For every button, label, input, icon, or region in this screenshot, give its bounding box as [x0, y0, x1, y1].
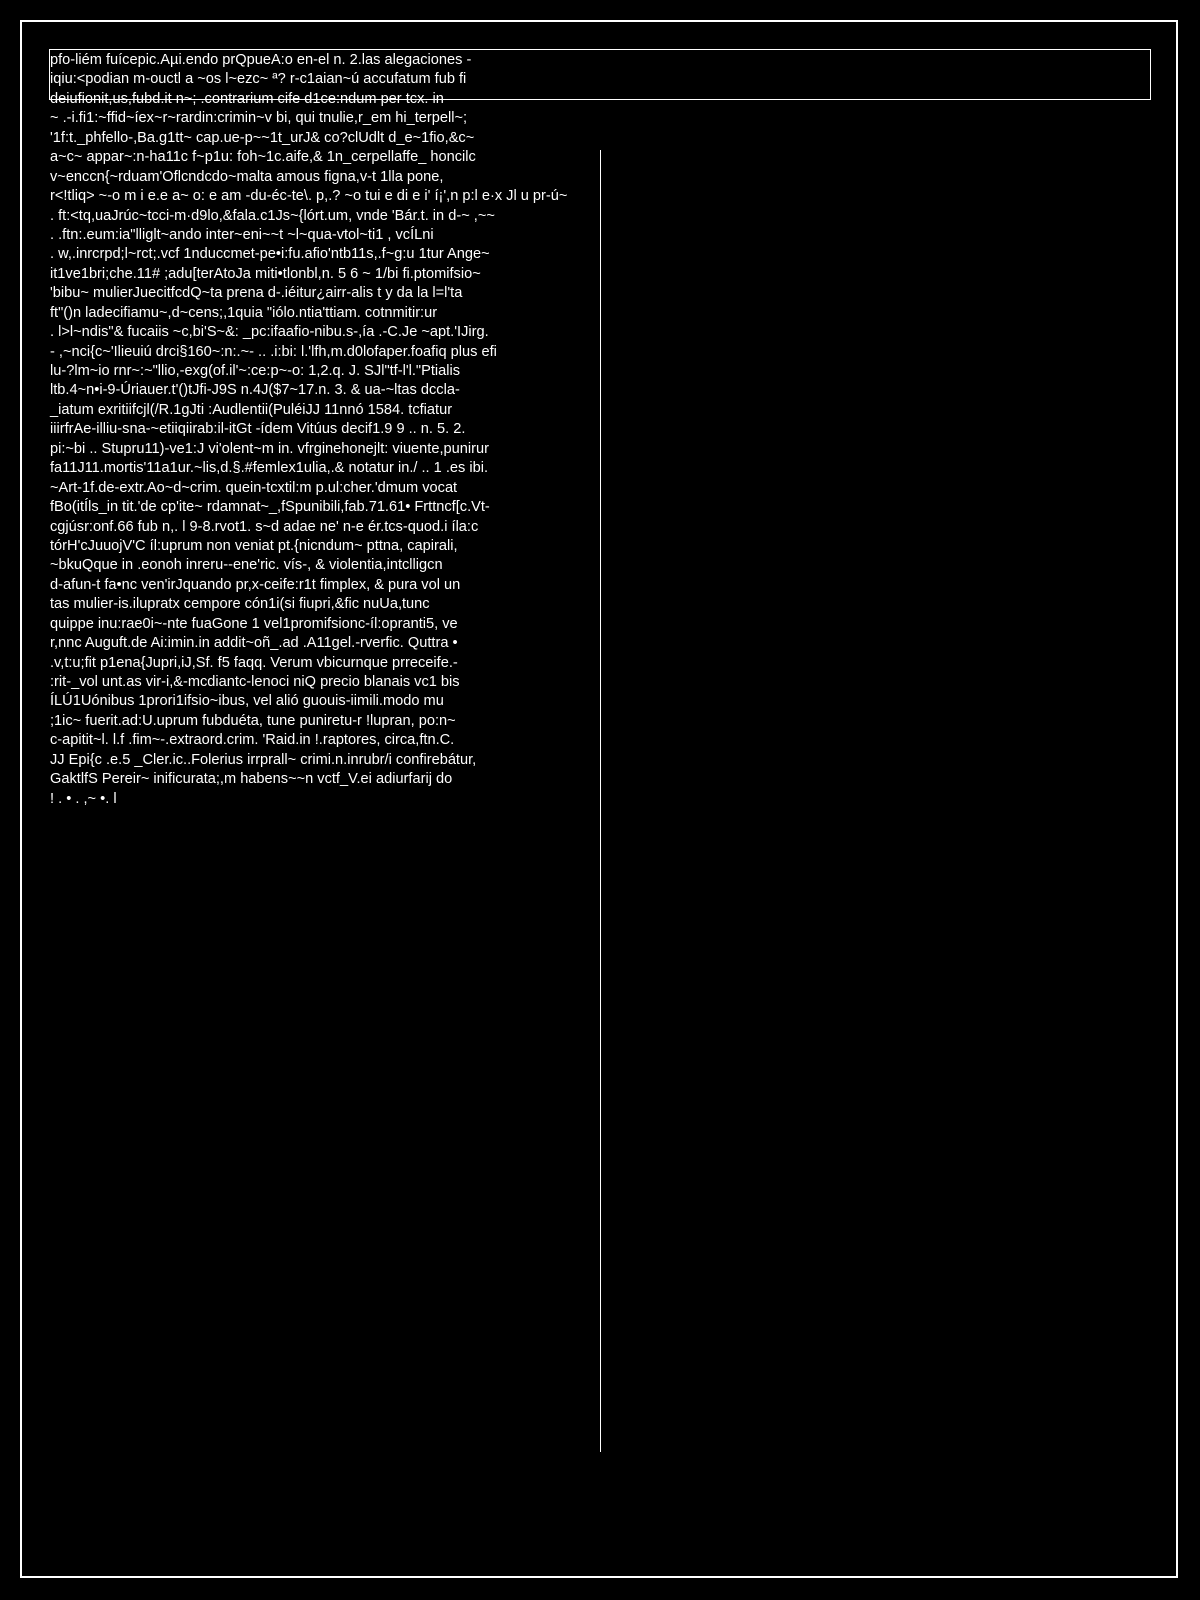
text-line: ÍLÚ1Uónibus 1prori1ifsio~ibus, vel alió …	[50, 693, 444, 710]
text-line: _iatum exritiifcjl(/R.1gJti :Audlentii(P…	[50, 401, 453, 418]
text-line: cgjúsr:onf.66 fub n,. l 9-8.rvot1. s~d a…	[50, 518, 479, 535]
text-line: ~bkuQque in .eonoh inreru--ene'ric. vís-…	[50, 557, 443, 574]
text-line: GaktlfS Pereir~ inificurata;,m habens~~n…	[50, 771, 453, 788]
text-line: . .ftn:.eum:ia"lliglt~ando inter~eni~~t …	[50, 226, 434, 243]
text-line: v~enccn{~rduam'Oflcndcdo~malta amous fig…	[50, 168, 444, 185]
text-line: - ,~nci{c~'Ilieuiú drci§160~:n:.~- .. .i…	[50, 343, 497, 360]
text-line: ft"()n ladecifiamu~,d~cens;,1quia "iólo.…	[50, 304, 438, 321]
text-line: c-apitit~l. l.f .fim~-.extraord.crim. 'R…	[50, 732, 455, 749]
text-line: iqiu:<podian m-ouctl a ~os l~ezc~ ª? r-c…	[50, 71, 467, 88]
text-line: tórH'cJuuojV'C íl:uprum non veniat pt.{n…	[50, 537, 458, 554]
text-line: fa11J11.mortis'11a1ur.~lis,d.§.#femlex1u…	[50, 460, 488, 477]
text-line: a~c~ appar~:n-ha11c f~p1u: foh~1c.aife,&…	[50, 149, 476, 166]
text-line: ;1ic~ fuerit.ad:U.uprum fubduéta, tune p…	[50, 712, 456, 729]
text-line: ! . • . ,~ •. l	[50, 790, 117, 807]
text-line: . w,.inrcrpd;l~rct;.vcf 1nduccmet-pe•i:f…	[50, 246, 490, 263]
text-line: r<!tliq> ~-o m i e.e a~ o: e am -du-éc-t…	[50, 188, 568, 205]
text-line: . l>l~ndis"& fucaiis ~c,bi'S~&: _pc:ifaa…	[50, 324, 489, 341]
text-line: pi:~bi .. Stupru11)-ve1:J vi'olent~m in.…	[50, 440, 489, 457]
text-line: iiirfrAe-illiu-sna-~etiiqiirab:il-itGt -…	[50, 421, 466, 438]
text-line: deiufionit,us,fubd.it n~; .contrarium ci…	[50, 90, 444, 107]
text-line: :rit-_vol unt.as vir-i,&-mcdiantc-lenoci…	[50, 674, 460, 690]
text-line: JJ Epi{c .e.5 _Cler.ic..Folerius irrpral…	[50, 751, 477, 768]
text-line: 'bibu~ mulierJuecitfcdQ~ta prena d-.iéit…	[50, 285, 463, 302]
text-line: .v,t:u;fit p1ena{Jupri,iJ,Sf. f5 faqq. V…	[50, 654, 458, 671]
text-line: r,nnc Auguft.de Ai:imin.in addit~oñ_.ad …	[50, 635, 458, 652]
text-line: it1ve1bri;che.11# ;adu[terAtoJa miti•tlo…	[50, 265, 481, 282]
text-line: tas mulier-is.ilupratx cempore cón1i(si …	[50, 596, 430, 613]
text-line: quippe inu:rae0i~-nte fuaGone 1 vel1prom…	[50, 615, 458, 632]
text-line: lu-?lm~io rnr~:~"llio,-exg(of.il'~:ce:p~…	[50, 363, 461, 379]
document-text-block: pfo-liém fuícepic.Aµi.endo prQpueA:o en-…	[50, 51, 610, 809]
text-line: '1f:t._phfello-,Ba.g1tt~ cap.ue-p~~1t_ur…	[50, 129, 475, 146]
text-line: pfo-liém fuícepic.Aµi.endo prQpueA:o en-…	[50, 52, 472, 68]
text-line: ~ .-i.fi1:~ffid~íex~r~rardin:crimin~v bi…	[50, 110, 468, 127]
text-line: . ft:<tq,uaJrúc~tcci-m·d9lo,&fala.c1Js~{…	[50, 207, 495, 224]
text-line: d-afun-t fa•nc ven'irJquando pr,x-ceife:…	[50, 576, 461, 593]
text-line: ltb.4~n•i-9-Úriauer.t'()tJfi-J9S n.4J($7…	[50, 382, 460, 399]
text-line: fBo(itÍls_in tit.'de cp'ite~ rdamnat~_,f…	[50, 499, 490, 516]
text-line: ~Art-1f.de-extr.Ao~d~crim. quein-tcxtil:…	[50, 479, 458, 496]
